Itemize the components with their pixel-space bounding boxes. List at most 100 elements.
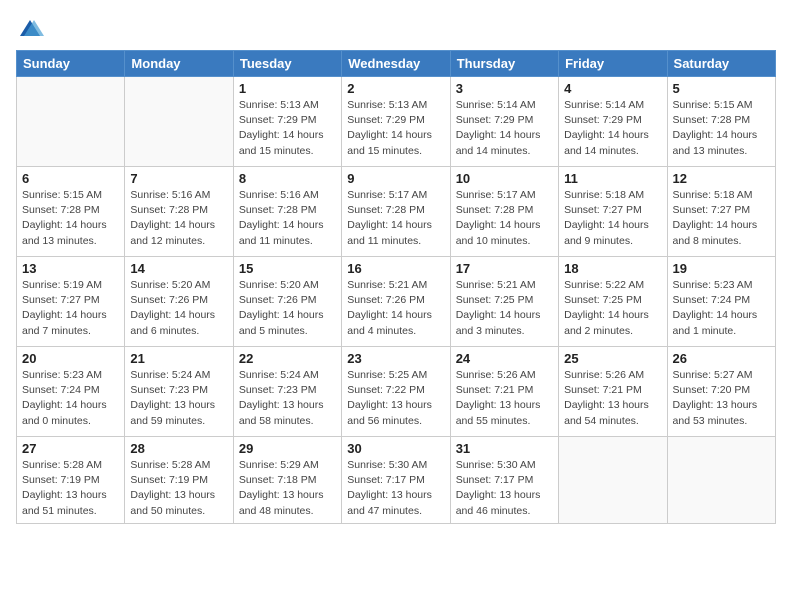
day-number: 15 [239,261,336,276]
calendar-cell: 13 Sunrise: 5:19 AMSunset: 7:27 PMDayligh… [17,257,125,347]
day-info: Sunrise: 5:29 AMSunset: 7:18 PMDaylight:… [239,458,336,519]
calendar-cell: 15 Sunrise: 5:20 AMSunset: 7:26 PMDayligh… [233,257,341,347]
weekday-header-thursday: Thursday [450,51,558,77]
day-number: 11 [564,171,661,186]
day-info: Sunrise: 5:16 AMSunset: 7:28 PMDaylight:… [130,188,227,249]
day-info: Sunrise: 5:19 AMSunset: 7:27 PMDaylight:… [22,278,119,339]
weekday-header-sunday: Sunday [17,51,125,77]
calendar-cell: 29 Sunrise: 5:29 AMSunset: 7:18 PMDayligh… [233,437,341,524]
day-info: Sunrise: 5:18 AMSunset: 7:27 PMDaylight:… [564,188,661,249]
day-number: 10 [456,171,553,186]
calendar-cell: 31 Sunrise: 5:30 AMSunset: 7:17 PMDayligh… [450,437,558,524]
day-info: Sunrise: 5:21 AMSunset: 7:26 PMDaylight:… [347,278,444,339]
day-number: 30 [347,441,444,456]
day-info: Sunrise: 5:27 AMSunset: 7:20 PMDaylight:… [673,368,770,429]
calendar-cell: 30 Sunrise: 5:30 AMSunset: 7:17 PMDayligh… [342,437,450,524]
calendar-cell: 3 Sunrise: 5:14 AMSunset: 7:29 PMDaylight… [450,77,558,167]
weekday-header-saturday: Saturday [667,51,775,77]
day-number: 27 [22,441,119,456]
week-row-4: 20 Sunrise: 5:23 AMSunset: 7:24 PMDayligh… [17,347,776,437]
day-info: Sunrise: 5:30 AMSunset: 7:17 PMDaylight:… [347,458,444,519]
day-number: 13 [22,261,119,276]
calendar-cell: 6Sunrise: 5:15 AMSunset: 7:28 PMDaylight… [17,167,125,257]
logo [16,16,48,44]
calendar-cell: 24 Sunrise: 5:26 AMSunset: 7:21 PMDayligh… [450,347,558,437]
day-number: 23 [347,351,444,366]
day-info: Sunrise: 5:23 AMSunset: 7:24 PMDaylight:… [673,278,770,339]
day-number: 20 [22,351,119,366]
day-number: 19 [673,261,770,276]
day-number: 16 [347,261,444,276]
weekday-header-row: SundayMondayTuesdayWednesdayThursdayFrid… [17,51,776,77]
day-info: Sunrise: 5:15 AMSunset: 7:28 PMDaylight:… [22,188,119,249]
weekday-header-wednesday: Wednesday [342,51,450,77]
calendar-cell: 17 Sunrise: 5:21 AMSunset: 7:25 PMDayligh… [450,257,558,347]
calendar-cell: 27 Sunrise: 5:28 AMSunset: 7:19 PMDayligh… [17,437,125,524]
calendar-cell: 5 Sunrise: 5:15 AMSunset: 7:28 PMDaylight… [667,77,775,167]
day-info: Sunrise: 5:14 AMSunset: 7:29 PMDaylight:… [456,98,553,159]
day-info: Sunrise: 5:30 AMSunset: 7:17 PMDaylight:… [456,458,553,519]
day-info: Sunrise: 5:25 AMSunset: 7:22 PMDaylight:… [347,368,444,429]
calendar-cell: 28 Sunrise: 5:28 AMSunset: 7:19 PMDayligh… [125,437,233,524]
day-number: 25 [564,351,661,366]
calendar-cell [17,77,125,167]
day-info: Sunrise: 5:24 AMSunset: 7:23 PMDaylight:… [239,368,336,429]
day-number: 7 [130,171,227,186]
day-number: 17 [456,261,553,276]
calendar-cell: 4 Sunrise: 5:14 AMSunset: 7:29 PMDaylight… [559,77,667,167]
day-info: Sunrise: 5:16 AMSunset: 7:28 PMDaylight:… [239,188,336,249]
calendar-cell [125,77,233,167]
day-number: 22 [239,351,336,366]
day-info: Sunrise: 5:20 AMSunset: 7:26 PMDaylight:… [239,278,336,339]
day-number: 5 [673,81,770,96]
calendar-cell: 8 Sunrise: 5:16 AMSunset: 7:28 PMDaylight… [233,167,341,257]
day-info: Sunrise: 5:17 AMSunset: 7:28 PMDaylight:… [456,188,553,249]
week-row-5: 27 Sunrise: 5:28 AMSunset: 7:19 PMDayligh… [17,437,776,524]
day-info: Sunrise: 5:13 AMSunset: 7:29 PMDaylight:… [239,98,336,159]
day-number: 28 [130,441,227,456]
day-info: Sunrise: 5:17 AMSunset: 7:28 PMDaylight:… [347,188,444,249]
day-info: Sunrise: 5:28 AMSunset: 7:19 PMDaylight:… [22,458,119,519]
day-info: Sunrise: 5:18 AMSunset: 7:27 PMDaylight:… [673,188,770,249]
day-info: Sunrise: 5:28 AMSunset: 7:19 PMDaylight:… [130,458,227,519]
day-number: 31 [456,441,553,456]
calendar-cell: 14 Sunrise: 5:20 AMSunset: 7:26 PMDayligh… [125,257,233,347]
day-number: 8 [239,171,336,186]
day-number: 26 [673,351,770,366]
day-number: 12 [673,171,770,186]
calendar-cell [667,437,775,524]
calendar-cell: 20 Sunrise: 5:23 AMSunset: 7:24 PMDayligh… [17,347,125,437]
weekday-header-tuesday: Tuesday [233,51,341,77]
calendar-cell [559,437,667,524]
day-info: Sunrise: 5:20 AMSunset: 7:26 PMDaylight:… [130,278,227,339]
calendar-cell: 10 Sunrise: 5:17 AMSunset: 7:28 PMDayligh… [450,167,558,257]
day-number: 14 [130,261,227,276]
day-info: Sunrise: 5:22 AMSunset: 7:25 PMDaylight:… [564,278,661,339]
day-number: 2 [347,81,444,96]
day-info: Sunrise: 5:26 AMSunset: 7:21 PMDaylight:… [456,368,553,429]
weekday-header-monday: Monday [125,51,233,77]
day-info: Sunrise: 5:24 AMSunset: 7:23 PMDaylight:… [130,368,227,429]
week-row-2: 6Sunrise: 5:15 AMSunset: 7:28 PMDaylight… [17,167,776,257]
calendar-cell: 18Sunrise: 5:22 AMSunset: 7:25 PMDayligh… [559,257,667,347]
calendar-cell: 2 Sunrise: 5:13 AMSunset: 7:29 PMDaylight… [342,77,450,167]
day-number: 29 [239,441,336,456]
calendar-cell: 12 Sunrise: 5:18 AMSunset: 7:27 PMDayligh… [667,167,775,257]
day-info: Sunrise: 5:21 AMSunset: 7:25 PMDaylight:… [456,278,553,339]
day-info: Sunrise: 5:26 AMSunset: 7:21 PMDaylight:… [564,368,661,429]
day-number: 24 [456,351,553,366]
day-number: 3 [456,81,553,96]
day-number: 21 [130,351,227,366]
weekday-header-friday: Friday [559,51,667,77]
logo-icon [16,16,44,44]
day-info: Sunrise: 5:13 AMSunset: 7:29 PMDaylight:… [347,98,444,159]
day-number: 9 [347,171,444,186]
calendar-cell: 11 Sunrise: 5:18 AMSunset: 7:27 PMDayligh… [559,167,667,257]
day-info: Sunrise: 5:23 AMSunset: 7:24 PMDaylight:… [22,368,119,429]
day-info: Sunrise: 5:14 AMSunset: 7:29 PMDaylight:… [564,98,661,159]
page-header [16,16,776,44]
week-row-1: 1Sunrise: 5:13 AMSunset: 7:29 PMDaylight… [17,77,776,167]
day-info: Sunrise: 5:15 AMSunset: 7:28 PMDaylight:… [673,98,770,159]
day-number: 4 [564,81,661,96]
calendar-cell: 23 Sunrise: 5:25 AMSunset: 7:22 PMDayligh… [342,347,450,437]
